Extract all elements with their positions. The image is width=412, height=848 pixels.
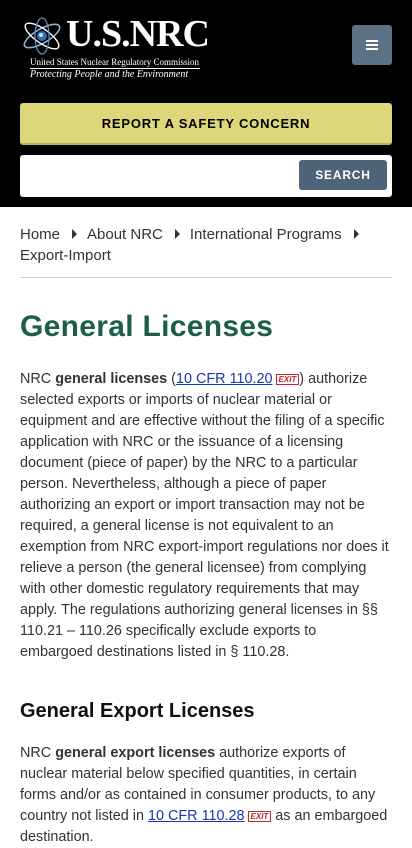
- breadcrumb-divider: [20, 277, 392, 278]
- general-licenses-paragraph: NRC general licenses (10 CFR 110.20 EXIT)…: [20, 369, 392, 663]
- breadcrumb-export-import[interactable]: Export-Import: [20, 247, 111, 264]
- exit-badge: EXIT: [275, 374, 300, 385]
- page-title: General Licenses: [20, 310, 274, 343]
- site-header: U.S.NRC United States Nuclear Regulatory…: [0, 0, 412, 207]
- p1-text-d: ) authorize selected exports or imports …: [20, 371, 389, 660]
- logo-title: U.S.NRC: [66, 13, 210, 55]
- p1-text-c: (: [167, 371, 176, 387]
- search-bar: SEARCH: [20, 155, 392, 197]
- caret-right-icon: [174, 229, 180, 239]
- nrc-logo[interactable]: U.S.NRC United States Nuclear Regulatory…: [20, 12, 220, 82]
- logo-subtitle: United States Nuclear Regulatory Commiss…: [30, 57, 199, 67]
- hamburger-icon-bar: [366, 48, 378, 50]
- breadcrumb-home[interactable]: Home: [20, 226, 60, 243]
- caret-right-icon: [353, 229, 359, 239]
- caret-right-icon: [72, 229, 78, 239]
- breadcrumb-about-nrc[interactable]: About NRC: [87, 226, 163, 243]
- search-button[interactable]: SEARCH: [299, 160, 387, 190]
- logo-tagline: Protecting People and the Environment: [30, 69, 189, 80]
- hamburger-icon: [366, 40, 378, 42]
- hamburger-icon-bar: [366, 44, 378, 46]
- cfr-110-28-link[interactable]: 10 CFR 110.28: [148, 808, 245, 824]
- p1-bold: general licenses: [55, 371, 168, 387]
- menu-button[interactable]: [352, 25, 392, 65]
- p2-bold: general export licenses: [55, 745, 216, 761]
- exit-badge: EXIT: [247, 811, 272, 822]
- section-heading-general-export: General Export Licenses: [20, 700, 255, 722]
- breadcrumb: Home About NRC International Programs Expor…: [20, 224, 392, 266]
- cfr-110-20-link[interactable]: 10 CFR 110.20: [176, 371, 273, 387]
- report-safety-concern-button[interactable]: REPORT A SAFETY CONCERN: [20, 103, 392, 145]
- search-input[interactable]: [20, 155, 295, 197]
- breadcrumb-international-programs[interactable]: International Programs: [190, 226, 342, 243]
- general-export-paragraph: NRC general export licenses authorize ex…: [20, 743, 392, 848]
- p2-text-a: NRC: [20, 745, 56, 761]
- p1-text-a: NRC: [20, 371, 56, 387]
